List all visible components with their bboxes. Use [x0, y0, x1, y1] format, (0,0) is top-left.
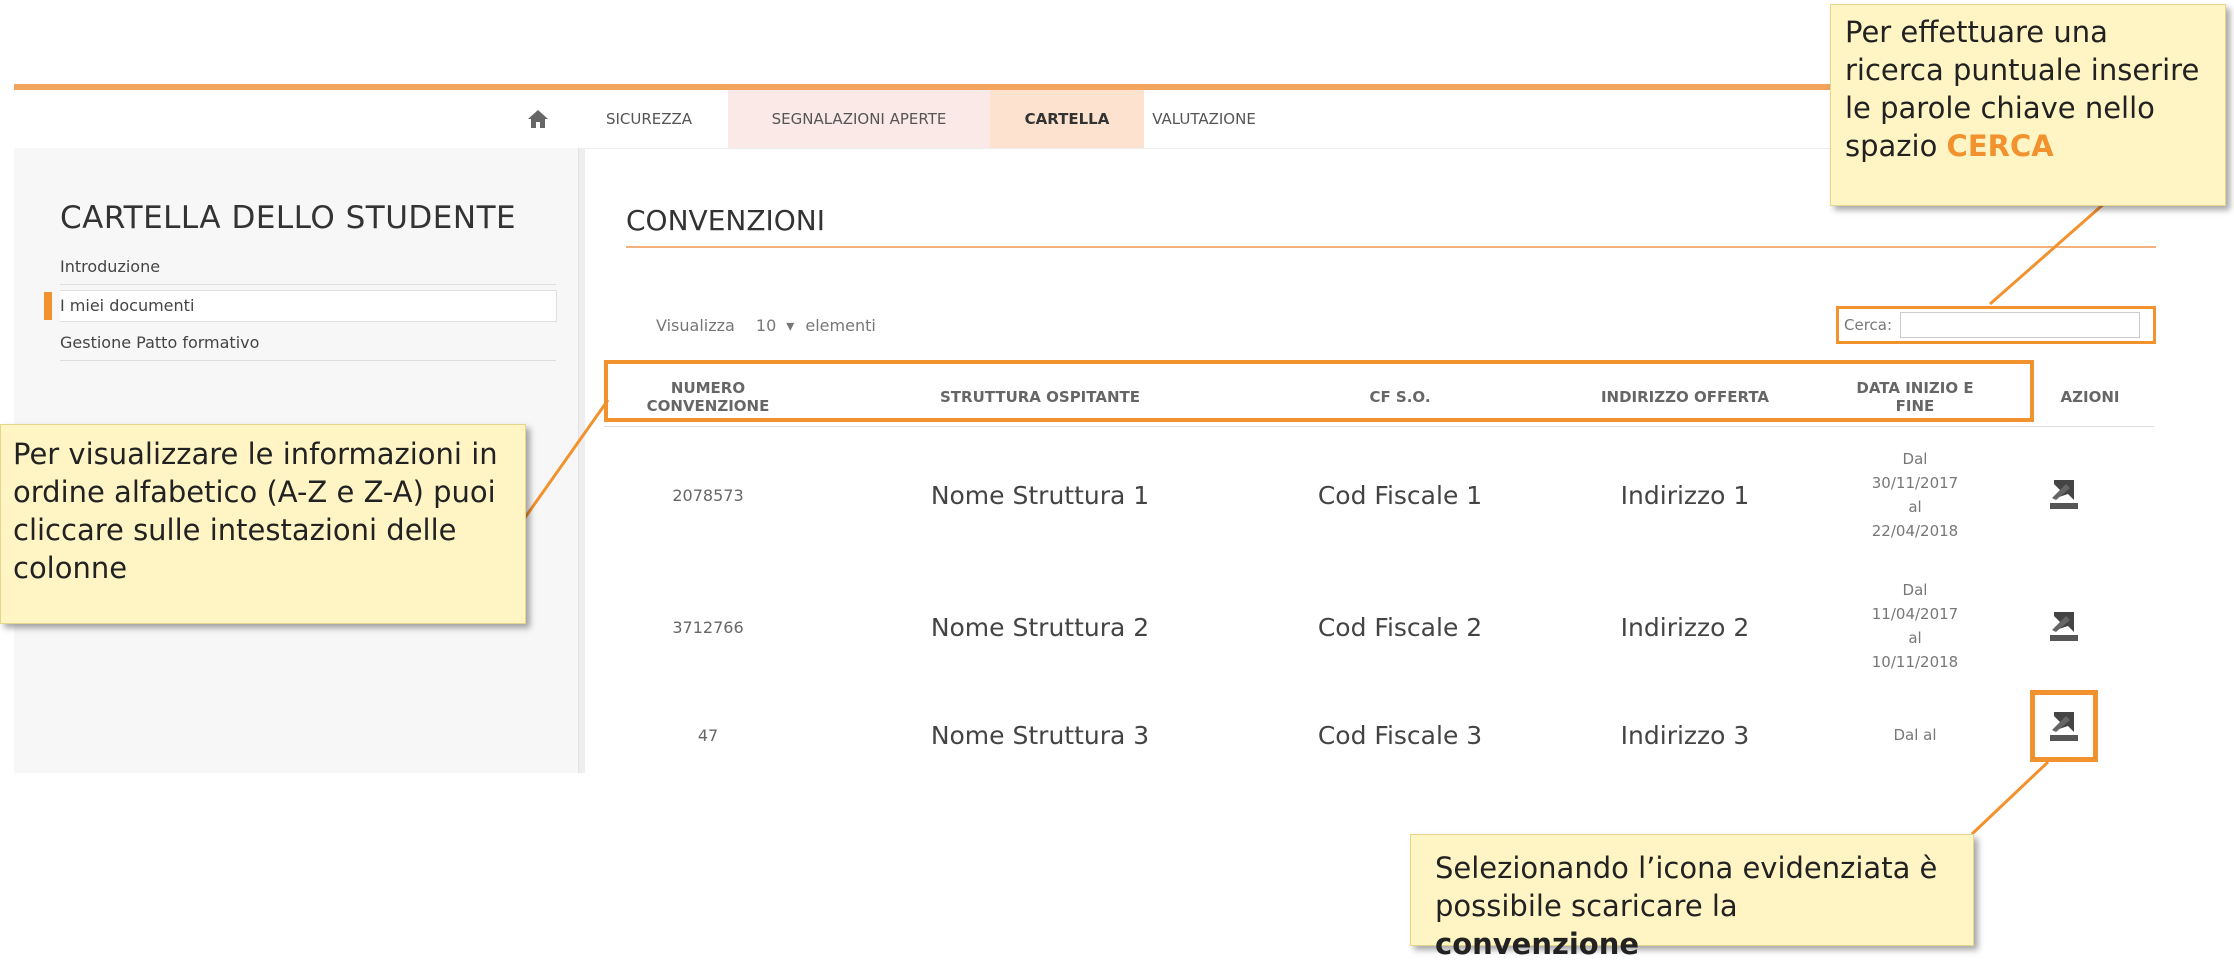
callout-download-text: Selezionando l’icona evidenziata è possi… [1435, 851, 1938, 923]
callout-download-highlight: convenzione [1435, 927, 1640, 961]
callout-search: Per effettuare una ricerca puntuale inse… [1830, 4, 2226, 206]
callout-download: Selezionando l’icona evidenziata è possi… [1410, 834, 1974, 961]
callout-sort-text: Per visualizzare le informazioni in ordi… [13, 437, 498, 585]
callout-search-highlight: CERCA [1946, 129, 2054, 163]
callout-sort: Per visualizzare le informazioni in ordi… [0, 424, 526, 624]
